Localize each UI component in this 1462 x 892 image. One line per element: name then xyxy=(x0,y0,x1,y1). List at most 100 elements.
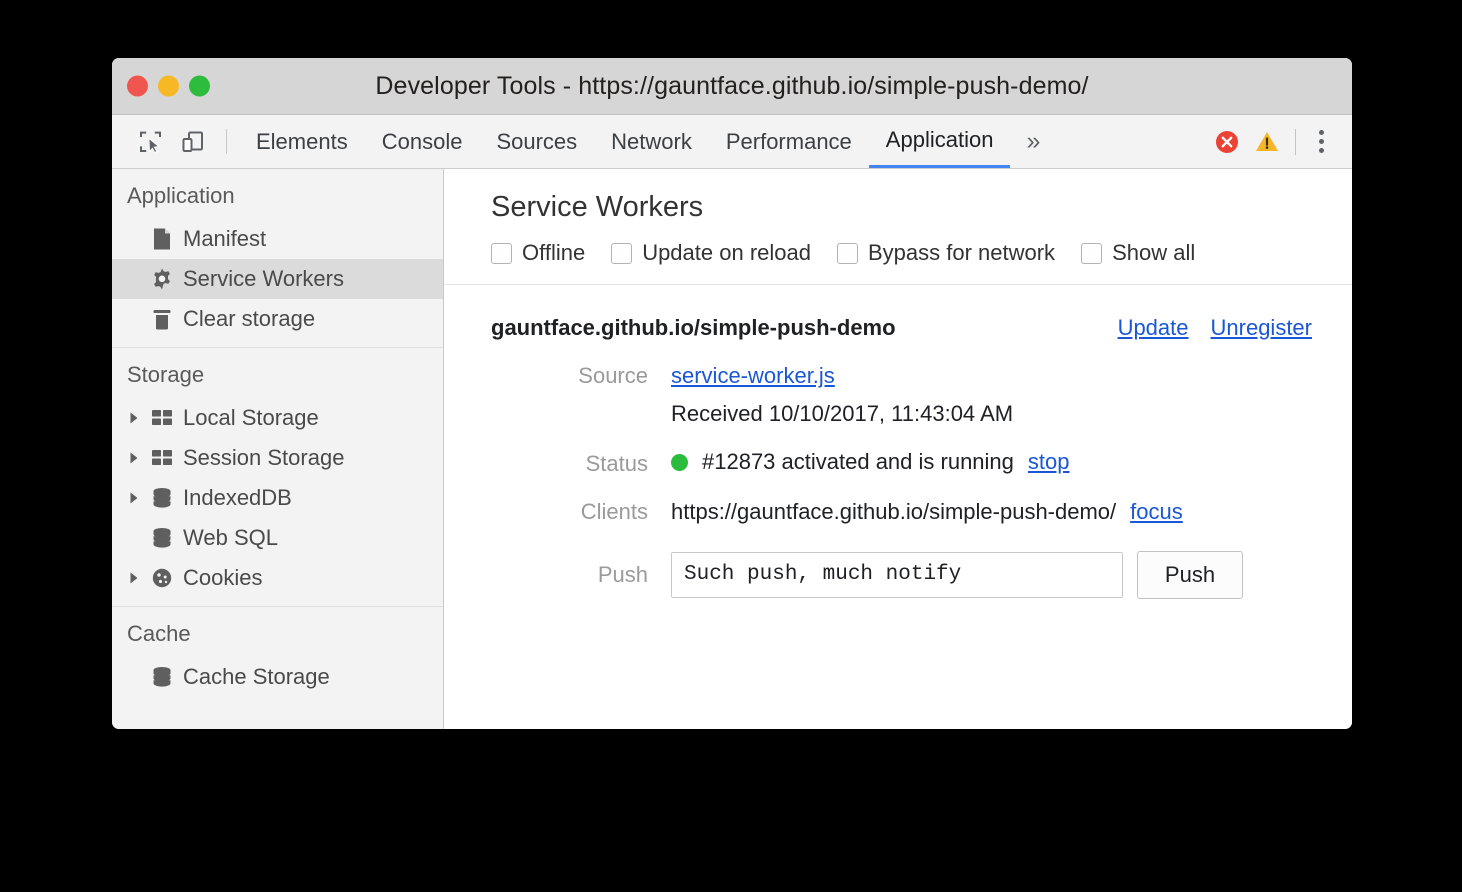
window-title: Developer Tools - https://gauntface.gith… xyxy=(112,72,1352,101)
source-received-row: Received 10/10/2017, 11:43:04 AM xyxy=(444,401,1352,427)
expand-arrow-icon[interactable] xyxy=(127,491,147,505)
tab-elements[interactable]: Elements xyxy=(239,115,365,168)
trash-icon xyxy=(147,307,177,331)
sidebar-item-label: Service Workers xyxy=(183,268,344,290)
status-row: Status #12873 activated and is running s… xyxy=(444,449,1352,477)
sidebar-item-web-sql[interactable]: Web SQL xyxy=(112,518,443,558)
status-text: #12873 activated and is running xyxy=(702,449,1014,475)
sidebar-item-cookies[interactable]: Cookies xyxy=(112,558,443,598)
sidebar-item-label: Web SQL xyxy=(183,527,278,549)
window-titlebar: Developer Tools - https://gauntface.gith… xyxy=(112,58,1352,115)
service-worker-registration: gauntface.github.io/simple-push-demo Upd… xyxy=(444,285,1352,599)
expand-arrow-icon[interactable] xyxy=(127,451,147,465)
kebab-dot xyxy=(1319,139,1324,144)
inspect-element-button[interactable] xyxy=(130,115,172,168)
zoom-window-button[interactable] xyxy=(189,76,210,97)
tab-performance[interactable]: Performance xyxy=(709,115,869,168)
inspect-element-icon xyxy=(138,129,164,155)
devtools-window: Developer Tools - https://gauntface.gith… xyxy=(112,58,1352,729)
checkbox-show-all[interactable]: Show all xyxy=(1081,240,1195,266)
tabbar-divider xyxy=(1295,129,1296,155)
source-value: service-worker.js xyxy=(671,363,835,389)
checkbox-label: Show all xyxy=(1112,240,1195,266)
registration-scope: gauntface.github.io/simple-push-demo xyxy=(491,315,1118,341)
update-link[interactable]: Update xyxy=(1118,315,1189,341)
panel-tabs: Elements Console Sources Network Perform… xyxy=(239,115,1201,168)
checkbox-box[interactable] xyxy=(491,243,512,264)
sidebar-item-label: Session Storage xyxy=(183,447,344,469)
sidebar-item-indexeddb[interactable]: IndexedDB xyxy=(112,478,443,518)
expand-arrow-icon[interactable] xyxy=(127,411,147,425)
toggle-device-toolbar-button[interactable] xyxy=(172,115,214,168)
source-label: Source xyxy=(491,363,671,389)
registration-actions: Update Unregister xyxy=(1118,315,1312,341)
sidebar-item-label: Local Storage xyxy=(183,407,319,429)
close-window-button[interactable] xyxy=(127,76,148,97)
push-label: Push xyxy=(491,562,671,588)
toolbar-separator xyxy=(226,129,227,154)
sidebar-item-service-workers[interactable]: Service Workers xyxy=(112,259,443,299)
service-worker-options-toolbar: Offline Update on reload Bypass for netw… xyxy=(444,224,1352,266)
sidebar-item-clear-storage[interactable]: Clear storage xyxy=(112,299,443,339)
more-tabs-button[interactable]: » xyxy=(1010,115,1056,168)
cookie-icon xyxy=(147,566,177,590)
tab-console[interactable]: Console xyxy=(365,115,480,168)
table-icon xyxy=(147,447,177,469)
database-icon xyxy=(147,665,177,689)
sidebar-item-manifest[interactable]: Manifest xyxy=(112,219,443,259)
status-indicator-icon xyxy=(671,454,688,471)
error-count-badge[interactable] xyxy=(1213,128,1241,156)
push-payload-input[interactable] xyxy=(671,552,1123,598)
gear-icon xyxy=(147,267,177,291)
focus-link[interactable]: focus xyxy=(1130,499,1183,525)
push-button[interactable]: Push xyxy=(1137,551,1243,599)
status-label: Status xyxy=(491,451,671,477)
client-url: https://gauntface.github.io/simple-push-… xyxy=(671,499,1116,525)
expand-arrow-icon[interactable] xyxy=(127,571,147,585)
sidebar-item-session-storage[interactable]: Session Storage xyxy=(112,438,443,478)
clients-row: Clients https://gauntface.github.io/simp… xyxy=(444,499,1352,525)
clients-value: https://gauntface.github.io/simple-push-… xyxy=(671,499,1183,525)
devtools-body: Application Manifest xyxy=(112,169,1352,729)
kebab-dot xyxy=(1319,130,1324,135)
tab-application[interactable]: Application xyxy=(869,115,1011,168)
checkbox-box[interactable] xyxy=(837,243,858,264)
minimize-window-button[interactable] xyxy=(158,76,179,97)
sidebar-item-local-storage[interactable]: Local Storage xyxy=(112,398,443,438)
status-value: #12873 activated and is running stop xyxy=(671,449,1070,475)
sidebar-section-title-cache: Cache xyxy=(112,607,443,657)
push-controls: Push xyxy=(671,551,1243,599)
tabbar-right-controls xyxy=(1201,115,1352,168)
sidebar-item-label: Cache Storage xyxy=(183,666,330,688)
database-icon xyxy=(147,526,177,550)
checkbox-box[interactable] xyxy=(611,243,632,264)
warning-count-badge[interactable] xyxy=(1253,128,1281,156)
tab-sources[interactable]: Sources xyxy=(479,115,594,168)
checkbox-update-on-reload[interactable]: Update on reload xyxy=(611,240,811,266)
checkbox-bypass-for-network[interactable]: Bypass for network xyxy=(837,240,1055,266)
source-file-link[interactable]: service-worker.js xyxy=(671,363,835,389)
checkbox-label: Bypass for network xyxy=(868,240,1055,266)
application-sidebar: Application Manifest xyxy=(112,169,444,729)
field-spacer xyxy=(491,401,671,427)
source-received-text: Received 10/10/2017, 11:43:04 AM xyxy=(671,401,1013,427)
device-toolbar-icon xyxy=(180,129,206,155)
tab-network[interactable]: Network xyxy=(594,115,709,168)
checkbox-box[interactable] xyxy=(1081,243,1102,264)
kebab-dot xyxy=(1319,148,1324,153)
sidebar-item-label: IndexedDB xyxy=(183,487,292,509)
unregister-link[interactable]: Unregister xyxy=(1211,315,1312,341)
document-icon xyxy=(147,227,177,251)
devtools-menu-button[interactable] xyxy=(1304,130,1338,153)
stop-link[interactable]: stop xyxy=(1028,449,1070,475)
database-icon xyxy=(147,486,177,510)
sidebar-item-label: Manifest xyxy=(183,228,266,250)
sidebar-section-title-application: Application xyxy=(112,169,443,219)
sidebar-item-cache-storage[interactable]: Cache Storage xyxy=(112,657,443,697)
service-workers-panel: Service Workers Offline Update on reload… xyxy=(444,169,1352,729)
checkbox-offline[interactable]: Offline xyxy=(491,240,585,266)
registration-header: gauntface.github.io/simple-push-demo Upd… xyxy=(444,315,1352,341)
sidebar-item-label: Cookies xyxy=(183,567,262,589)
checkbox-label: Offline xyxy=(522,240,585,266)
traffic-lights xyxy=(127,76,210,97)
